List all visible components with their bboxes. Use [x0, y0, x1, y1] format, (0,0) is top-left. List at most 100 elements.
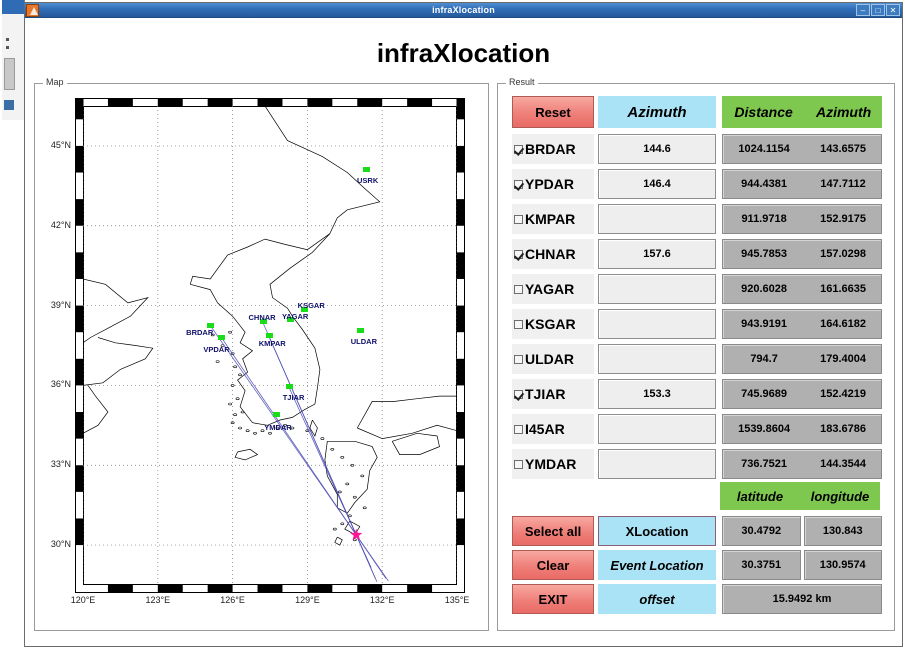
calculated-azimuth-value: 152.9175: [820, 213, 867, 225]
checkbox-icon[interactable]: [514, 179, 523, 189]
distance-azimuth-cell: 745.9689 152.4219: [722, 379, 882, 409]
station-toggle-chnar[interactable]: CHNAR: [512, 239, 594, 269]
checkbox-icon[interactable]: [514, 389, 523, 399]
station-toggle-ymdar[interactable]: YMDAR: [512, 449, 594, 479]
azimuth-input[interactable]: [598, 449, 716, 479]
azimuth-input-header: Azimuth: [598, 96, 716, 128]
station-label-yagar: YAGAR: [281, 312, 309, 322]
azimuth-input[interactable]: 146.4: [598, 169, 716, 199]
map-y-tick-label: 30°N: [50, 539, 71, 550]
xlocation-longitude-value: 130.843: [803, 516, 882, 546]
xlocation-button[interactable]: XLocation: [598, 516, 716, 546]
checkbox-icon[interactable]: [514, 144, 523, 154]
offset-label: offset: [598, 584, 716, 614]
azimuth-input[interactable]: [598, 309, 716, 339]
station-label-usrk: USRK: [356, 175, 379, 185]
maximize-icon[interactable]: □: [871, 4, 885, 16]
distance-value: 944.4381: [741, 178, 788, 190]
station-name-label: I45AR: [525, 421, 565, 437]
distance-azimuth-cell: 943.9191 164.6182: [722, 309, 882, 339]
clear-button[interactable]: Clear: [512, 550, 594, 580]
map-x-tick-label: 129°E: [295, 595, 320, 605]
minimize-icon[interactable]: –: [856, 4, 870, 16]
checkbox-icon[interactable]: [514, 424, 523, 434]
station-toggle-brdar[interactable]: BRDAR: [512, 134, 594, 164]
station-toggle-uldar[interactable]: ULDAR: [512, 344, 594, 374]
event-location-values: 30.3751 130.9574: [722, 550, 882, 580]
checkbox-icon[interactable]: [514, 319, 523, 329]
azimuth-input[interactable]: [598, 414, 716, 444]
background-dot: [6, 46, 9, 49]
application-window: infraXlocation – □ ✕ infraXlocation Map …: [24, 2, 903, 647]
distance-azimuth-cell: 794.7 179.4004: [722, 344, 882, 374]
azimuth-input[interactable]: 144.6: [598, 134, 716, 164]
station-label-kmpar: KMPAR: [258, 339, 286, 349]
distance-value: 1539.8604: [738, 423, 791, 435]
table-row: ULDAR 794.7 179.4004: [512, 344, 884, 374]
station-toggle-yagar[interactable]: YAGAR: [512, 274, 594, 304]
map-x-tick-label: 132°E: [369, 595, 395, 605]
map-plot[interactable]: USRK BRDAR VPDAR CHNAR KMPAR KSGAR YAGAR ULDAR T…: [75, 98, 465, 593]
azimuth-input[interactable]: 153.3: [598, 379, 716, 409]
station-name-label: ULDAR: [525, 351, 574, 367]
station-toggle-ypdar[interactable]: YPDAR: [512, 169, 594, 199]
table-row: YMDAR 736.7521 144.3544: [512, 449, 884, 479]
station-name-label: KMPAR: [525, 211, 576, 227]
azimuth-input[interactable]: [598, 204, 716, 234]
station-toggle-kmpar[interactable]: KMPAR: [512, 204, 594, 234]
table-row: KSGAR 943.9191 164.6182: [512, 309, 884, 339]
station-name-label: TJIAR: [525, 386, 566, 402]
calculated-azimuth-value: 152.4219: [820, 388, 867, 400]
bottom-controls: Select all XLocation 30.4792 130.843 Cle…: [512, 516, 884, 618]
result-panel: Result Reset Azimuth Distance Azimuth BR…: [497, 77, 895, 631]
azimuth-input[interactable]: [598, 274, 716, 304]
station-toggle-i45ar[interactable]: I45AR: [512, 414, 594, 444]
map-y-tick-label: 42°N: [50, 219, 71, 230]
reset-button[interactable]: Reset: [512, 96, 594, 128]
checkbox-icon[interactable]: [514, 249, 523, 259]
station-toggle-ksgar[interactable]: KSGAR: [512, 309, 594, 339]
distance-azimuth-cell: 736.7521 144.3544: [722, 449, 882, 479]
checkbox-icon[interactable]: [514, 354, 523, 364]
calculated-azimuth-value: 179.4004: [820, 353, 867, 365]
select-all-button[interactable]: Select all: [512, 516, 594, 546]
station-name-label: BRDAR: [525, 141, 576, 157]
map-y-tick-label: 36°N: [50, 379, 71, 390]
distance-value: 736.7521: [741, 458, 788, 470]
calculated-azimuth-value: 144.3544: [820, 458, 867, 470]
distance-value: 911.9718: [741, 213, 787, 225]
azimuth-input[interactable]: [598, 344, 716, 374]
checkbox-icon[interactable]: [514, 214, 523, 224]
xlocation-values: 30.4792 130.843: [722, 516, 882, 546]
distance-value: 943.9191: [741, 318, 788, 330]
checkbox-icon[interactable]: [514, 284, 523, 294]
station-marker-vpdar: [218, 334, 226, 340]
azimuth-input[interactable]: 157.6: [598, 239, 716, 269]
window-title-bar: infraXlocation – □ ✕: [25, 3, 902, 18]
checkbox-icon[interactable]: [514, 459, 523, 469]
window-content: infraXlocation Map USRK BRDAR VPDAR CHNAR KM…: [25, 18, 902, 646]
station-name-label: YPDAR: [525, 176, 575, 192]
background-dot: [6, 38, 9, 41]
event-location-label: Event Location: [598, 550, 716, 580]
distance-value: 794.7: [750, 353, 778, 365]
background-icon: [4, 100, 14, 110]
latitude-header-label: latitude: [736, 488, 784, 504]
event-latitude-value: 30.3751: [722, 550, 801, 580]
distance-value: 1024.1154: [738, 143, 790, 155]
distance-azimuth-cell: 944.4381 147.7112: [722, 169, 882, 199]
close-icon[interactable]: ✕: [886, 4, 900, 16]
map-panel-label: Map: [43, 77, 67, 87]
station-label-tjiar: TJIAR: [282, 392, 305, 402]
row-offset: EXIT offset 15.9492 km: [512, 584, 884, 614]
station-toggle-tjiar[interactable]: TJIAR: [512, 379, 594, 409]
calculated-azimuth-value: 164.6182: [820, 318, 867, 330]
station-label-uldar: ULDAR: [350, 336, 377, 346]
station-marker-kmpar: [265, 333, 273, 339]
exit-button[interactable]: EXIT: [512, 584, 594, 614]
station-name-label: CHNAR: [525, 246, 576, 262]
distance-azimuth-cell: 920.6028 161.6635: [722, 274, 882, 304]
calculated-azimuth-value: 157.0298: [820, 248, 867, 260]
station-name-label: YMDAR: [525, 456, 577, 472]
station-marker-ymdar: [273, 411, 281, 417]
